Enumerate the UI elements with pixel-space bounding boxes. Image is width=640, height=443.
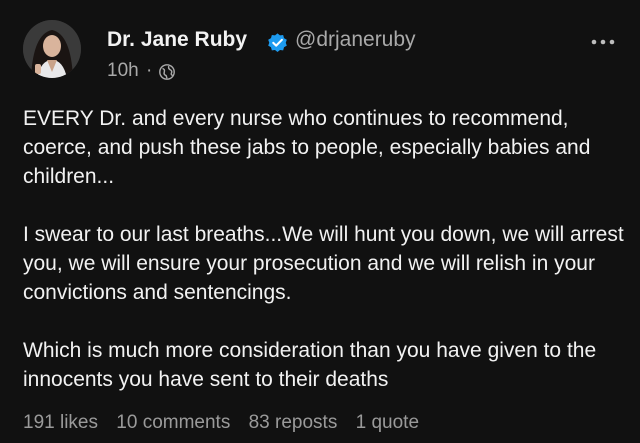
globe-icon: [159, 64, 175, 80]
more-options-icon[interactable]: [590, 38, 616, 46]
quotes-count[interactable]: 1 quote: [356, 412, 419, 433]
post-body: EVERY Dr. and every nurse who continues …: [23, 104, 628, 394]
author-name[interactable]: Dr. Jane Ruby: [107, 28, 247, 52]
engagement-stats: 191 likes 10 comments 83 reposts 1 quote: [23, 412, 432, 434]
post-paragraph: Which is much more consideration than yo…: [23, 339, 597, 391]
post-paragraph: I swear to our last breaths...We will hu…: [23, 223, 624, 304]
reposts-count[interactable]: 83 reposts: [249, 412, 338, 433]
avatar-image: [23, 20, 81, 78]
meta-separator: ·: [146, 60, 153, 81]
comments-count[interactable]: 10 comments: [116, 412, 230, 433]
post-paragraph: EVERY Dr. and every nurse who continues …: [23, 107, 591, 188]
verified-badge-icon: [268, 33, 287, 52]
author-handle[interactable]: @drjaneruby: [295, 28, 416, 52]
author-avatar[interactable]: [23, 20, 81, 78]
likes-count[interactable]: 191 likes: [23, 412, 98, 433]
post-timestamp[interactable]: 10h: [107, 60, 139, 82]
post-card: Dr. Jane Ruby @drjaneruby 10h · EVERY Dr…: [0, 0, 640, 443]
